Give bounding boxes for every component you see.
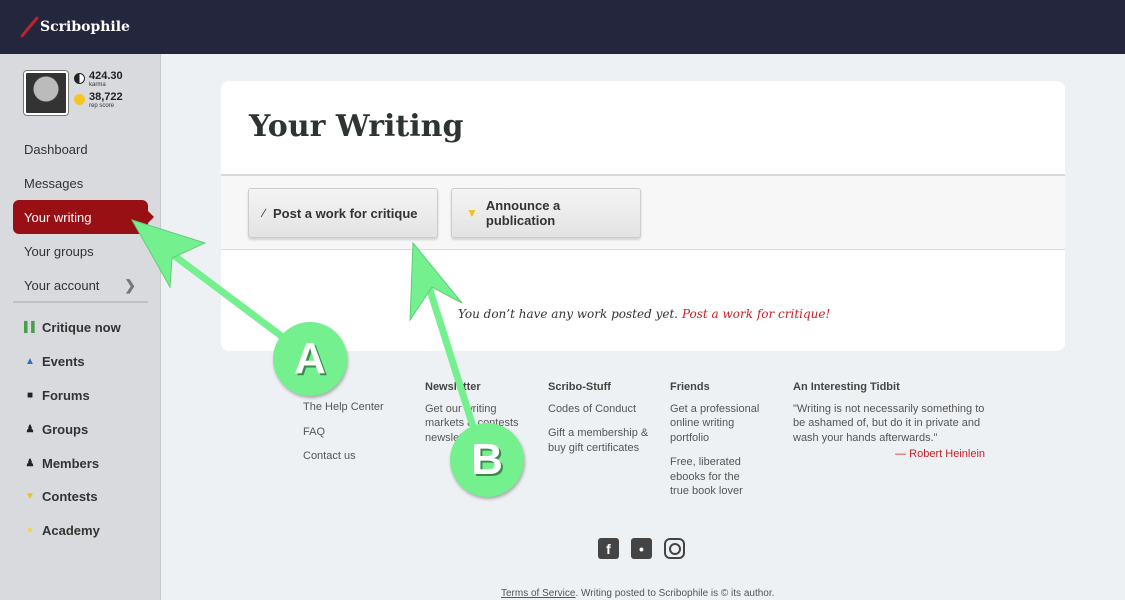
sidebar-divider <box>13 301 148 303</box>
post-work-link[interactable]: Post a work for critique! <box>682 307 830 321</box>
yin-yang-icon <box>74 73 85 84</box>
sidebar-item-label: Dashboard <box>24 141 88 157</box>
sidebar-item-dashboard[interactable]: Dashboard <box>13 132 148 166</box>
footer-link-help-center[interactable]: The Help Center <box>303 400 384 415</box>
legal-notice: Terms of Service. Writing posted to Scri… <box>501 588 774 599</box>
sidebar-item-label: Your account <box>24 277 100 293</box>
sidebar-item-messages[interactable]: Messages <box>13 166 148 200</box>
annotation-badge-b: B <box>450 423 524 497</box>
graduation-cap-icon: ▲ <box>25 356 35 368</box>
karma-value: 424.30 <box>89 70 123 82</box>
your-writing-card: Your Writing ∕ Post a work for critique … <box>221 81 1065 351</box>
footer-link-ebooks[interactable]: Free, liberated ebooks for the true book… <box>670 455 760 499</box>
sidebar-item-label: Academy <box>42 523 100 539</box>
footer-tidbit: An Interesting Tidbit "Writing is not ne… <box>793 380 985 472</box>
sidebar-item-label: Members <box>42 455 100 471</box>
app-name: Scribophile <box>40 19 130 35</box>
legal-text: . Writing posted to Scribophile is © its… <box>575 588 775 599</box>
karma-stat: 424.30 karma <box>74 71 123 89</box>
footer-link-faq[interactable]: FAQ <box>303 425 384 440</box>
rep-label: rep score <box>89 103 115 109</box>
trophy-icon: ▼ <box>25 491 35 503</box>
sidebar-item-label: Groups <box>42 421 89 437</box>
post-work-button[interactable]: ∕ Post a work for critique <box>248 188 438 238</box>
sidebar-item-your-groups[interactable]: Your groups <box>13 234 148 268</box>
primary-nav: Dashboard Messages Your writing Your gro… <box>13 132 154 302</box>
footer-heading: Friends <box>670 381 710 393</box>
announce-label: Announce a publication <box>485 198 561 228</box>
sidebar-item-label: Contests <box>42 489 98 505</box>
sidebar-item-forums[interactable]: ■ Forums <box>24 379 149 413</box>
tidbit-quote: "Writing is not necessarily something to… <box>793 402 985 444</box>
sidebar-item-label: Your groups <box>24 243 94 259</box>
avatar[interactable] <box>24 71 68 115</box>
footer-link-gift[interactable]: Gift a membership & buy gift certificate… <box>548 426 653 455</box>
sidebar-item-label: Messages <box>24 175 84 191</box>
terms-of-service-link[interactable]: Terms of Service <box>501 588 575 599</box>
empty-state: You don’t have any work posted yet. Post… <box>458 307 830 321</box>
sidebar-item-label: Forums <box>42 387 90 403</box>
sidebar-item-members[interactable]: ♟ Members <box>24 446 149 480</box>
logo[interactable]: Scribophile <box>20 16 130 38</box>
books-icon: ▌▌ <box>24 322 39 334</box>
quill-icon: ∕ <box>263 206 266 220</box>
sidebar-item-label: Events <box>42 354 85 370</box>
sidebar-item-events[interactable]: ▲ Events <box>24 345 149 379</box>
top-bar: Scribophile <box>0 0 1125 54</box>
footer-heading: An Interesting Tidbit <box>793 381 900 393</box>
sidebar-item-contests[interactable]: ▼ Contests <box>24 480 149 514</box>
medal-icon <box>74 94 85 105</box>
sidebar: 424.30 karma 38,722 rep score Dashboard … <box>0 54 161 600</box>
sidebar-item-your-account[interactable]: Your account ❯ <box>13 268 148 302</box>
footer-link-contact[interactable]: Contact us <box>303 449 384 464</box>
footer-friends: Friends Get a professional online writin… <box>670 380 760 509</box>
instagram-icon[interactable] <box>664 538 685 559</box>
lightbulb-icon: ● <box>26 525 34 537</box>
chat-bubbles-icon: ■ <box>26 389 34 401</box>
secondary-nav: ▌▌ Critique now ▲ Events ■ Forums ♟ Groups ♟… <box>24 311 149 548</box>
sidebar-item-groups[interactable]: ♟ Groups <box>24 412 149 446</box>
rep-value: 38,722 <box>89 91 123 103</box>
tidbit-author-link[interactable]: — Robert Heinlein <box>793 447 985 462</box>
twitter-icon[interactable]: • <box>631 538 652 559</box>
footer-heading: Newsletter <box>425 381 481 393</box>
trophy-icon: ▼ <box>466 206 478 220</box>
footer-help: The Help Center FAQ Contact us <box>303 400 384 474</box>
quill-logo-icon <box>20 16 38 38</box>
footer-link-codes[interactable]: Codes of Conduct <box>548 402 653 417</box>
sidebar-item-your-writing[interactable]: Your writing <box>13 200 154 234</box>
profile-summary: 424.30 karma 38,722 rep score <box>24 71 123 115</box>
footer-heading: Scribo-Stuff <box>548 381 611 393</box>
chevron-right-icon[interactable]: ❯ <box>124 277 136 294</box>
sidebar-item-label: Your writing <box>24 209 92 225</box>
annotation-badge-a: A <box>273 322 347 396</box>
social-links: f • <box>598 538 685 559</box>
person-icon: ♟ <box>25 457 35 469</box>
footer-link-portfolio[interactable]: Get a professional online writing portfo… <box>670 402 760 446</box>
karma-label: karma <box>89 82 106 88</box>
announce-publication-button[interactable]: ▼ Announce a publication <box>451 188 641 238</box>
group-icon: ♟ <box>25 423 35 435</box>
rep-stat: 38,722 rep score <box>74 92 123 110</box>
sidebar-item-label: Critique now <box>42 320 121 336</box>
sidebar-item-critique-now[interactable]: ▌▌ Critique now <box>24 311 149 345</box>
empty-text: You don’t have any work posted yet. <box>458 307 679 321</box>
action-toolbar: ∕ Post a work for critique ▼ Announce a … <box>221 174 1065 250</box>
post-work-label: Post a work for critique <box>273 205 418 221</box>
page-title: Your Writing <box>249 109 464 144</box>
footer-scribo-stuff: Scribo-Stuff Codes of Conduct Gift a mem… <box>548 380 653 465</box>
sidebar-item-academy[interactable]: ● Academy <box>24 514 149 548</box>
facebook-icon[interactable]: f <box>598 538 619 559</box>
